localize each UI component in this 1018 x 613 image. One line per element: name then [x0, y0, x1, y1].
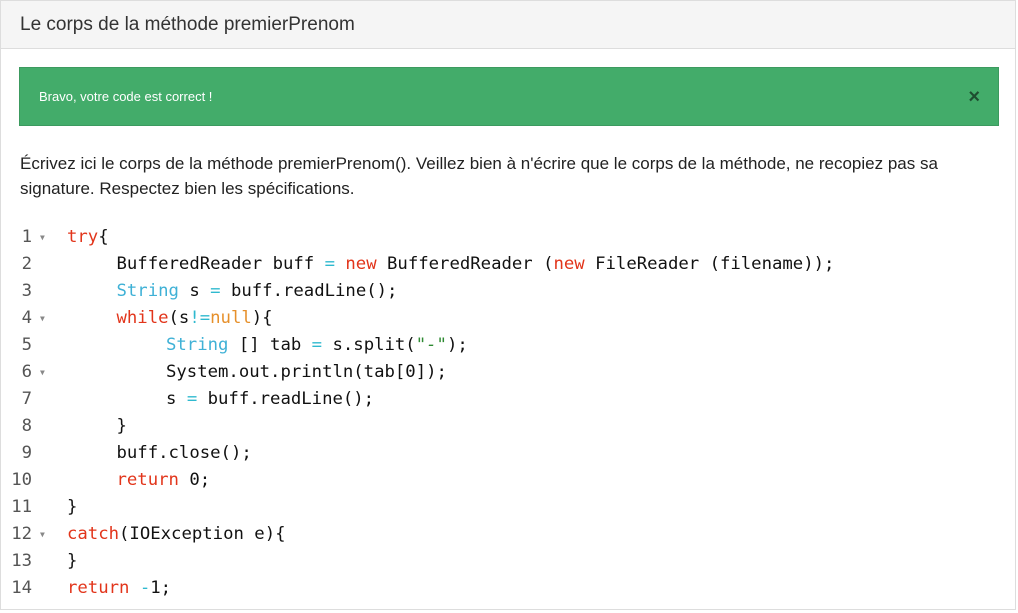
line-number: 3 — [21, 281, 32, 301]
code-token: buff.readLine(); — [197, 389, 375, 409]
code-token: [] tab — [228, 335, 312, 355]
code-line[interactable]: String s = buff.readLine(); — [67, 278, 1007, 305]
code-token: catch — [67, 524, 120, 544]
code-token: = — [186, 389, 198, 409]
line-number: 9 — [21, 443, 32, 463]
exercise-panel: Le corps de la méthode premierPrenom Bra… — [0, 0, 1016, 610]
code-token: s — [166, 389, 187, 409]
line-number: 6 — [21, 362, 32, 382]
code-line[interactable]: s = buff.readLine(); — [67, 386, 1007, 413]
alert-message: Bravo, votre code est correct ! — [39, 89, 213, 104]
code-line[interactable]: } — [67, 548, 1007, 575]
line-number: 4 — [21, 308, 32, 328]
code-line[interactable]: } — [67, 494, 1007, 521]
line-number: 5 — [21, 335, 32, 355]
code-token: while — [116, 308, 169, 328]
code-token: new — [345, 254, 377, 274]
fold-arrow-icon[interactable]: ▼ — [40, 521, 45, 548]
fold-arrow-icon[interactable]: ▼ — [40, 305, 45, 332]
gutter-line: 8 — [1, 413, 59, 440]
code-token: return — [67, 578, 130, 598]
code-token: return — [116, 470, 179, 490]
code-token: } — [116, 416, 127, 436]
code-token: != — [189, 308, 211, 328]
close-icon[interactable]: × — [968, 68, 980, 125]
code-token: null — [210, 308, 252, 328]
code-line[interactable]: buff.close(); — [67, 440, 1007, 467]
line-number: 1 — [21, 227, 32, 247]
code-token: = — [210, 281, 221, 301]
gutter-line: 3 — [1, 278, 59, 305]
code-token: FileReader (filename)); — [584, 254, 835, 274]
code-token: } — [67, 551, 78, 571]
gutter-line: 2 — [1, 251, 59, 278]
code-token: - — [139, 578, 151, 598]
code-token: "-" — [415, 335, 447, 355]
code-token: ){ — [251, 308, 273, 328]
code-token: (s — [168, 308, 190, 328]
line-number: 11 — [11, 497, 32, 517]
code-token: 0; — [178, 470, 211, 490]
line-number: 2 — [21, 254, 32, 274]
gutter-line: 11 — [1, 494, 59, 521]
code-token: buff.close(); — [116, 443, 252, 463]
code-token: } — [67, 497, 78, 517]
line-number: 10 — [11, 470, 32, 490]
code-token: String — [116, 281, 179, 301]
code-line[interactable]: return -1; — [67, 575, 1007, 602]
code-token: s — [178, 281, 211, 301]
code-line[interactable]: } — [67, 413, 1007, 440]
code-token: (IOException e){ — [119, 524, 286, 544]
code-token: new — [553, 254, 585, 274]
code-token: try — [67, 227, 99, 247]
code-line[interactable]: System.out.println(tab[0]); — [67, 359, 1007, 386]
gutter-line: 9 — [1, 440, 59, 467]
code-token: String — [166, 335, 229, 355]
panel-title: Le corps de la méthode premierPrenom — [1, 1, 1015, 49]
line-number: 7 — [21, 389, 32, 409]
code-line[interactable]: BufferedReader buff = new BufferedReader… — [67, 251, 1007, 278]
code-line[interactable]: String [] tab = s.split("-"); — [67, 332, 1007, 359]
code-line[interactable]: try{ — [67, 224, 1007, 251]
editor-gutter: 1 ▼ 2 3 4 ▼ 5 6 ▼ 7 8 9 10 11 12 ▼ 13 14 — [1, 224, 59, 602]
editor-content[interactable]: try{BufferedReader buff = new BufferedRe… — [67, 224, 1007, 602]
code-line[interactable]: catch(IOException e){ — [67, 521, 1007, 548]
code-token: System.out.println(tab[0]); — [166, 362, 447, 382]
code-token: = — [311, 335, 323, 355]
code-token: s.split( — [322, 335, 416, 355]
fold-arrow-icon[interactable]: ▼ — [40, 359, 45, 386]
code-token: 1; — [150, 578, 172, 598]
gutter-line: 6 ▼ — [1, 359, 59, 386]
code-line[interactable]: while(s!=null){ — [67, 305, 1007, 332]
code-token: BufferedReader buff — [116, 254, 325, 274]
code-token: { — [98, 227, 109, 247]
code-token: BufferedReader ( — [376, 254, 554, 274]
code-token: buff.readLine(); — [220, 281, 398, 301]
fold-arrow-icon[interactable]: ▼ — [40, 224, 45, 251]
code-editor[interactable]: 1 ▼ 2 3 4 ▼ 5 6 ▼ 7 8 9 10 11 12 ▼ 13 14 try{BufferedRead… — [1, 224, 1015, 604]
code-token: = — [324, 254, 335, 274]
line-number: 14 — [11, 578, 32, 598]
code-line[interactable]: return 0; — [67, 467, 1007, 494]
line-number: 12 — [11, 524, 32, 544]
instructions-text: Écrivez ici le corps de la méthode premi… — [20, 154, 938, 198]
gutter-line: 13 — [1, 548, 59, 575]
success-alert: Bravo, votre code est correct ! × — [19, 67, 999, 126]
gutter-line: 4 ▼ — [1, 305, 59, 332]
line-number: 13 — [11, 551, 32, 571]
gutter-line: 12 ▼ — [1, 521, 59, 548]
gutter-line: 1 ▼ — [1, 224, 59, 251]
gutter-line: 14 — [1, 575, 59, 602]
gutter-line: 10 — [1, 467, 59, 494]
gutter-line: 7 — [1, 386, 59, 413]
line-number: 8 — [21, 416, 32, 436]
gutter-line: 5 — [1, 332, 59, 359]
code-token: ); — [446, 335, 468, 355]
